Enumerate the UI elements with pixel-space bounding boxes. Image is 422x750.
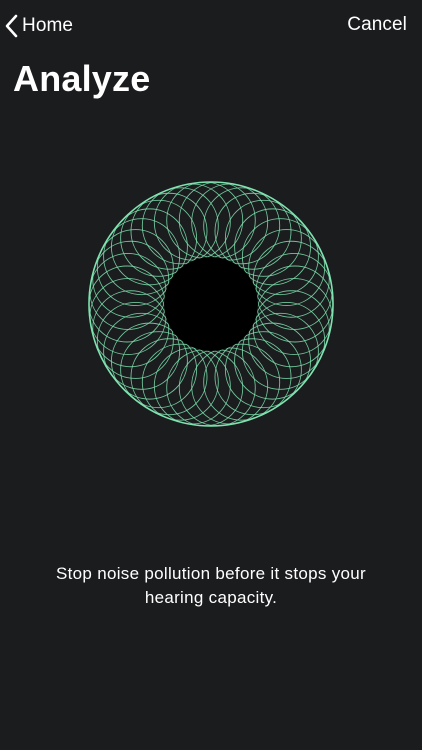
- cancel-button[interactable]: Cancel: [347, 14, 407, 36]
- spirograph-ring: [89, 253, 167, 330]
- spirograph-center-hole: [164, 257, 258, 351]
- analyze-screen: Home Cancel Analyze Stop noise pollution…: [0, 0, 422, 750]
- chevron-left-icon: [4, 14, 18, 38]
- spirograph-ring: [252, 240, 330, 318]
- spirograph-ring: [255, 253, 333, 330]
- spirograph-ring: [89, 278, 167, 355]
- spirograph-ring: [92, 290, 170, 368]
- back-button[interactable]: Home: [4, 12, 73, 40]
- page-title: Analyze: [13, 58, 151, 99]
- spirograph-graphic: [88, 181, 334, 427]
- navigation-bar: Home Cancel: [0, 0, 422, 52]
- tagline-text: Stop noise pollution before it stops you…: [56, 564, 366, 607]
- spirograph-visual: [85, 178, 337, 430]
- back-button-label: Home: [22, 15, 74, 36]
- spirograph-ring: [255, 278, 333, 355]
